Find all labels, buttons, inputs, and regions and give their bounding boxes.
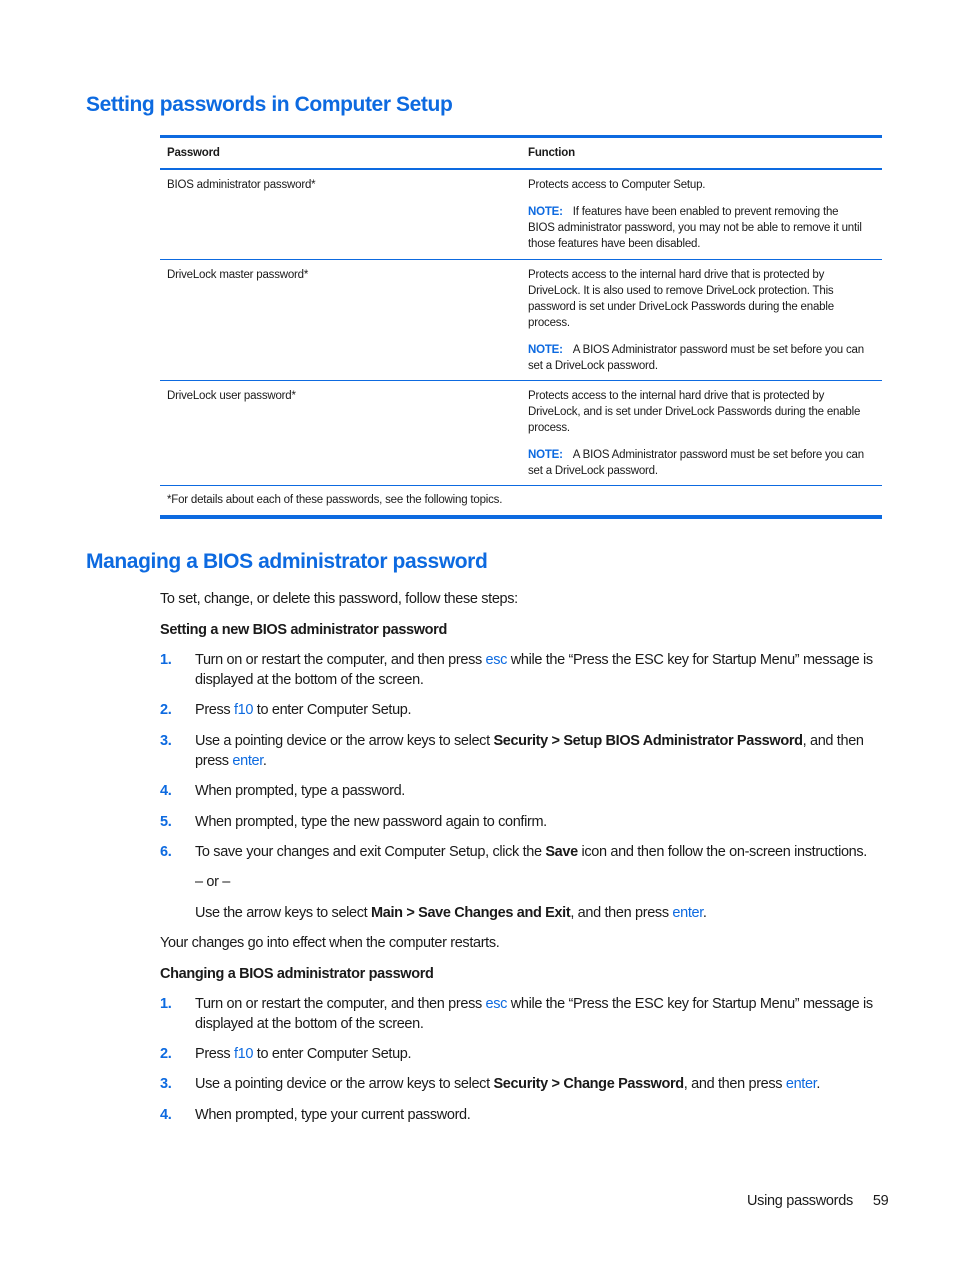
key-esc: esc (485, 652, 508, 668)
menu-path: Security > Change Password (493, 1076, 684, 1092)
section-title-setting-passwords: Setting passwords in Computer Setup (86, 93, 453, 116)
step-number: 6. (160, 844, 172, 860)
page-footer: Using passwords 59 (747, 1193, 889, 1209)
note: NOTE: If features have been enabled to pr… (528, 204, 864, 252)
step-item: 6. To save your changes and exit Compute… (160, 842, 880, 862)
password-name: DriveLock master password* (167, 269, 309, 281)
note-text: If features have been enabled to prevent… (528, 206, 862, 250)
step-text: Press f10 to enter Computer Setup. (195, 1046, 412, 1062)
step-item: 2. Press f10 to enter Computer Setup. (160, 700, 880, 720)
step-number: 4. (160, 783, 172, 799)
intro-text: To set, change, or delete this password,… (160, 591, 518, 607)
password-name: DriveLock user password* (167, 390, 296, 402)
step-item: 1. Turn on or restart the computer, and … (160, 994, 880, 1034)
step-number: 1. (160, 652, 172, 668)
or-separator: – or – (195, 874, 230, 890)
key-esc: esc (485, 996, 508, 1012)
subheading-changing: Changing a BIOS administrator password (160, 966, 434, 982)
step-text: When prompted, type the new password aga… (195, 814, 547, 830)
step-item: 4. When prompted, type a password. (160, 781, 880, 801)
menu-path: Security > Setup BIOS Administrator Pass… (493, 733, 803, 749)
key-f10: f10 (234, 1046, 254, 1062)
function-text: Protects access to the internal hard dri… (528, 269, 834, 329)
table-row: BIOS administrator password* Protects ac… (160, 170, 882, 260)
passwords-table: Password Function BIOS administrator pas… (160, 135, 882, 519)
column-header-function: Function (528, 147, 575, 159)
step-text: When prompted, type a password. (195, 783, 405, 799)
step-text: When prompted, type your current passwor… (195, 1107, 471, 1123)
footer-section-title: Using passwords (747, 1193, 853, 1209)
alt-step-text: Use the arrow keys to select Main > Save… (195, 905, 707, 921)
menu-path: Main > Save Changes and Exit (371, 905, 571, 921)
note-text: A BIOS Administrator password must be se… (528, 344, 864, 372)
step-number: 3. (160, 1076, 172, 1092)
note-label: NOTE: (528, 344, 563, 356)
step-item: 3. Use a pointing device or the arrow ke… (160, 731, 880, 771)
note-text: A BIOS Administrator password must be se… (528, 449, 864, 477)
step-number: 2. (160, 1046, 172, 1062)
key-enter: enter (232, 753, 263, 769)
section-title-managing-bios-password: Managing a BIOS administrator password (86, 550, 488, 573)
password-function: Protects access to the internal hard dri… (521, 381, 882, 485)
key-enter: enter (785, 1076, 817, 1092)
step-number: 3. (160, 733, 172, 749)
password-function: Protects access to Computer Setup. NOTE:… (521, 170, 882, 259)
step-item: 1. Turn on or restart the computer, and … (160, 650, 880, 690)
step-text: Press f10 to enter Computer Setup. (195, 702, 412, 718)
step-item: 3. Use a pointing device or the arrow ke… (160, 1074, 880, 1094)
step-number: 1. (160, 996, 172, 1012)
note: NOTE: A BIOS Administrator password must … (528, 447, 864, 479)
password-function: Protects access to the internal hard dri… (521, 260, 882, 380)
table-row: DriveLock master password* Protects acce… (160, 260, 882, 381)
step-item: 5. When prompted, type the new password … (160, 812, 880, 832)
step-number: 5. (160, 814, 172, 830)
column-header-password: Password (167, 147, 220, 159)
table-row: DriveLock user password* Protects access… (160, 381, 882, 486)
key-f10: f10 (234, 702, 254, 718)
page-number: 59 (872, 1193, 889, 1209)
step-text: Turn on or restart the computer, and the… (195, 996, 873, 1032)
note-label: NOTE: (528, 449, 563, 461)
step-text: To save your changes and exit Computer S… (195, 844, 867, 860)
function-text: Protects access to the internal hard dri… (528, 390, 861, 434)
effect-text: Your changes go into effect when the com… (160, 935, 500, 951)
subheading-setting: Setting a new BIOS administrator passwor… (160, 622, 447, 638)
table-footnote: *For details about each of these passwor… (160, 486, 882, 519)
step-number: 4. (160, 1107, 172, 1123)
step-text: Use a pointing device or the arrow keys … (195, 1076, 821, 1092)
note-label: NOTE: (528, 206, 563, 218)
step-item: 2. Press f10 to enter Computer Setup. (160, 1044, 880, 1064)
table-header-row: Password Function (160, 138, 882, 170)
step-item: 4. When prompted, type your current pass… (160, 1105, 880, 1125)
save-icon-label: Save (545, 844, 578, 860)
key-enter: enter (672, 905, 703, 921)
password-name: BIOS administrator password* (167, 179, 316, 191)
step-number: 2. (160, 702, 172, 718)
step-text: Use a pointing device or the arrow keys … (195, 733, 864, 769)
note: NOTE: A BIOS Administrator password must … (528, 342, 864, 374)
step-text: Turn on or restart the computer, and the… (195, 652, 873, 688)
managing-section-body: To set, change, or delete this password,… (160, 589, 880, 1125)
function-text: Protects access to Computer Setup. (528, 179, 706, 191)
